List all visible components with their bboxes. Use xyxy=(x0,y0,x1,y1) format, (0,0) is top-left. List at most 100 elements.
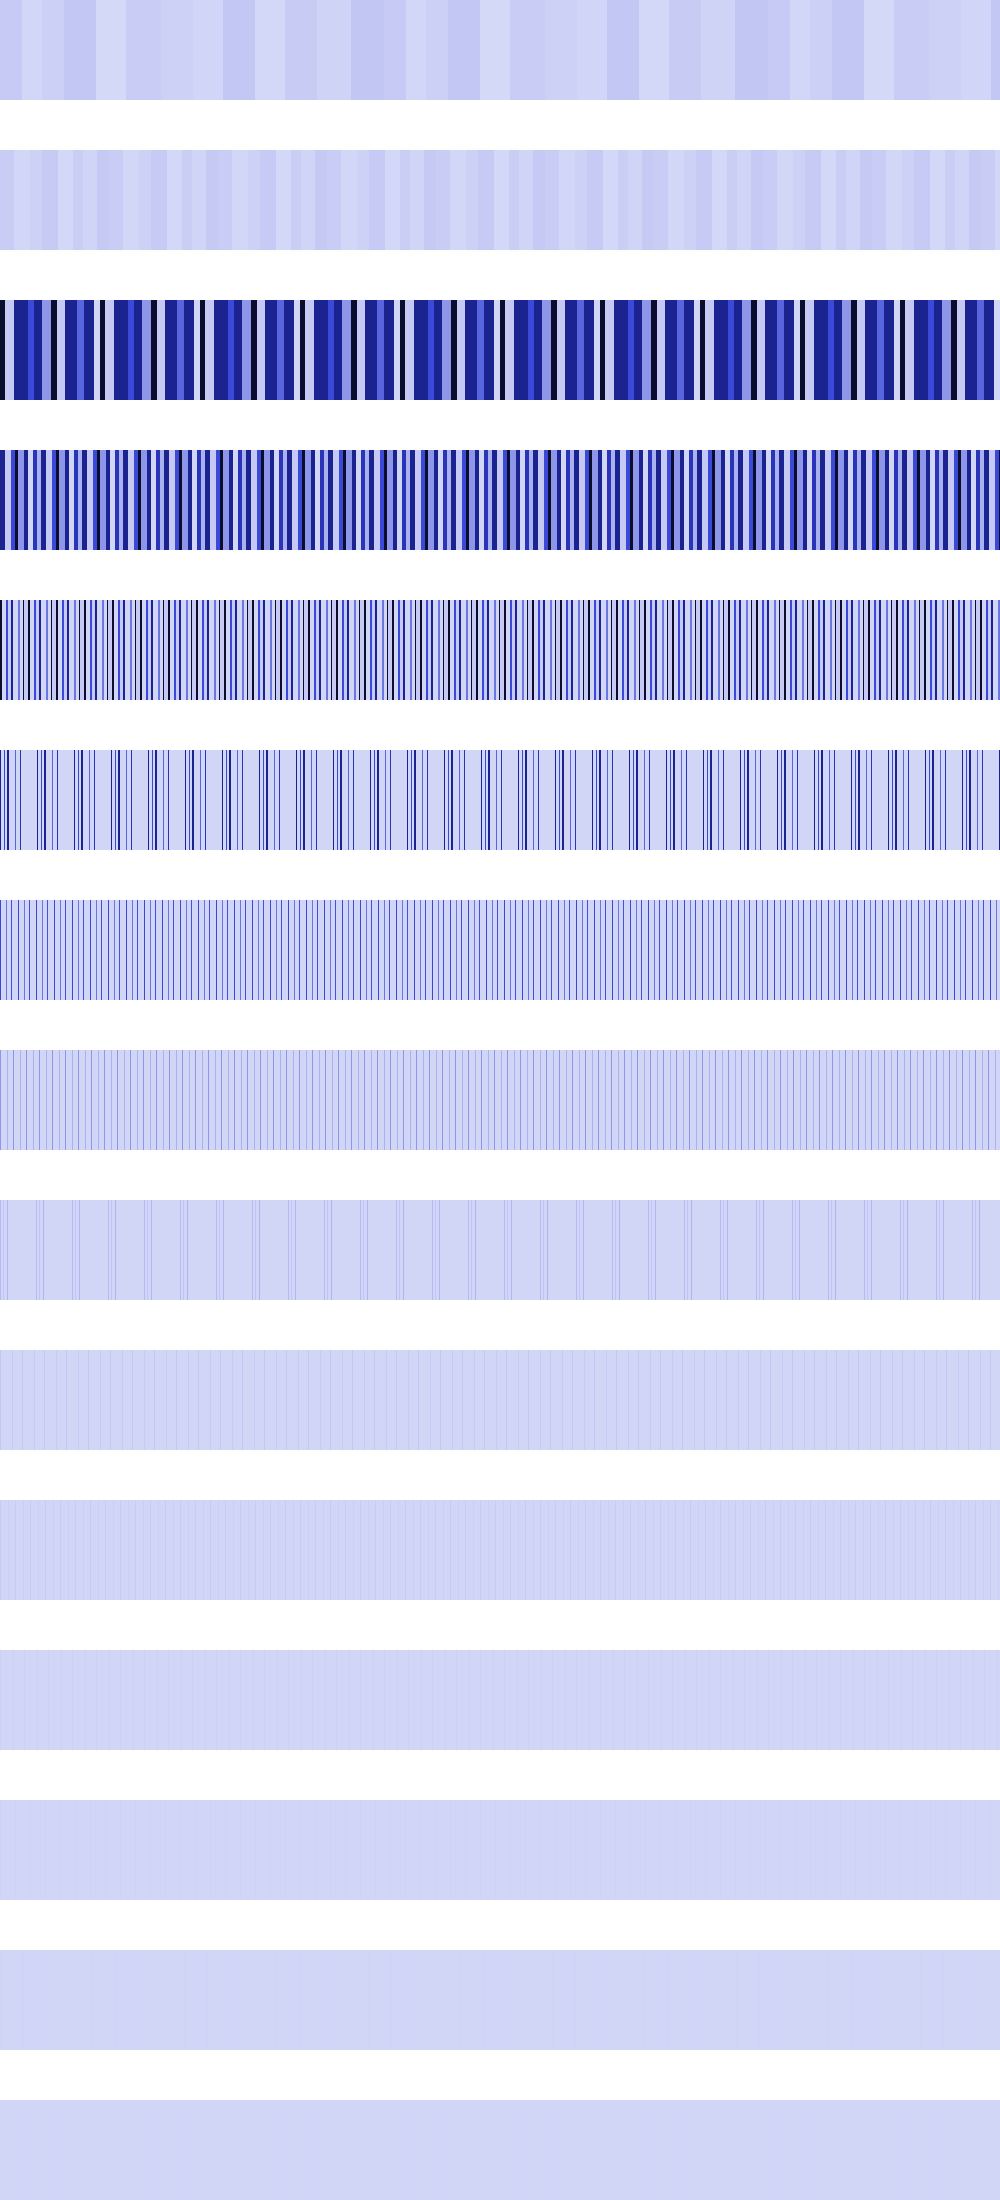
stripe xyxy=(585,1500,586,1600)
stripe xyxy=(945,150,955,250)
stripe xyxy=(235,600,237,700)
stripe xyxy=(936,1650,937,1750)
stripe xyxy=(700,600,702,700)
stripe xyxy=(940,750,941,850)
stripe xyxy=(361,1650,373,1750)
stripe xyxy=(222,750,223,850)
stripe xyxy=(567,1050,572,1150)
stripe xyxy=(522,750,523,850)
stripe xyxy=(624,600,627,700)
stripe xyxy=(475,1350,484,1450)
stripe xyxy=(57,1350,66,1450)
stripe xyxy=(402,900,403,1000)
stripe xyxy=(82,450,87,550)
stripe xyxy=(386,750,390,850)
stripe xyxy=(451,750,453,850)
stripe xyxy=(214,600,216,700)
stripe xyxy=(387,450,393,550)
stripe xyxy=(308,1350,309,1450)
stripe xyxy=(15,1800,16,1900)
stripe xyxy=(708,450,712,550)
stripe xyxy=(1,1800,15,1900)
stripe xyxy=(562,750,564,850)
stripe xyxy=(690,1050,696,1150)
stripe xyxy=(330,1800,331,1900)
stripe xyxy=(260,1200,288,1300)
stripe xyxy=(157,750,163,850)
stripe xyxy=(914,600,916,700)
stripe xyxy=(226,1800,240,1900)
stripe xyxy=(5,450,11,550)
stripe xyxy=(893,900,894,1000)
stripe xyxy=(943,450,948,550)
stripe xyxy=(630,1800,631,1900)
stripe xyxy=(984,450,989,550)
stripe xyxy=(981,150,995,250)
stripe xyxy=(738,1350,739,1450)
stripe xyxy=(544,1200,547,1300)
stripe xyxy=(686,1650,696,1750)
stripe xyxy=(494,1050,495,1150)
stripe xyxy=(782,1950,783,2050)
stripe xyxy=(615,1500,616,1600)
stripe xyxy=(840,600,842,700)
stripe xyxy=(260,600,263,700)
stripe xyxy=(803,900,804,1000)
stripe xyxy=(173,1500,174,1600)
stripe xyxy=(176,1050,177,1150)
stripe xyxy=(367,900,371,1000)
stripe xyxy=(410,450,415,550)
stripe xyxy=(333,450,339,550)
stripe xyxy=(478,600,482,700)
stripe xyxy=(944,1950,966,2050)
stripe xyxy=(334,750,337,850)
stripe xyxy=(624,1050,625,1150)
stripe xyxy=(963,1050,969,1150)
stripe xyxy=(588,900,594,1000)
stripe xyxy=(241,900,245,1000)
stripe xyxy=(497,2100,527,2200)
stripe xyxy=(332,600,336,700)
stripe xyxy=(109,900,114,1000)
stripe xyxy=(343,900,348,1000)
stripe xyxy=(175,450,179,550)
stripe xyxy=(481,1500,488,1600)
stripe xyxy=(319,1050,320,1150)
stripe xyxy=(263,900,264,1000)
stripe xyxy=(179,600,181,700)
stripe xyxy=(150,1050,151,1150)
stripe xyxy=(140,600,142,700)
stripe xyxy=(182,1650,192,1750)
stripe xyxy=(182,1050,183,1150)
stripe xyxy=(284,300,294,400)
stripe xyxy=(126,0,161,100)
stripe xyxy=(831,1200,832,1300)
stripe xyxy=(554,1050,559,1150)
stripe xyxy=(274,750,275,850)
stripe xyxy=(309,1350,320,1450)
stripe xyxy=(387,600,388,700)
stripe xyxy=(247,1050,248,1150)
stripe xyxy=(909,600,914,700)
stripe xyxy=(390,1050,391,1150)
stripe xyxy=(484,1950,506,2050)
stripe xyxy=(991,900,996,1000)
stripe xyxy=(744,2100,745,2200)
stripe xyxy=(120,1650,121,1750)
stripe xyxy=(518,1500,519,1600)
stripe xyxy=(497,900,498,1000)
stripe xyxy=(926,1650,936,1750)
stripe xyxy=(765,300,777,400)
stripe xyxy=(289,1200,291,1300)
stripe xyxy=(360,1200,361,1300)
stripe xyxy=(902,150,914,250)
stripe xyxy=(599,600,601,700)
stripe xyxy=(398,1050,403,1150)
stripe xyxy=(795,1800,796,1900)
stripe xyxy=(310,600,314,700)
stripe xyxy=(144,1050,150,1150)
stripe xyxy=(488,450,492,550)
stripe xyxy=(0,300,5,400)
stripe xyxy=(883,900,888,1000)
stripe xyxy=(229,1050,234,1150)
